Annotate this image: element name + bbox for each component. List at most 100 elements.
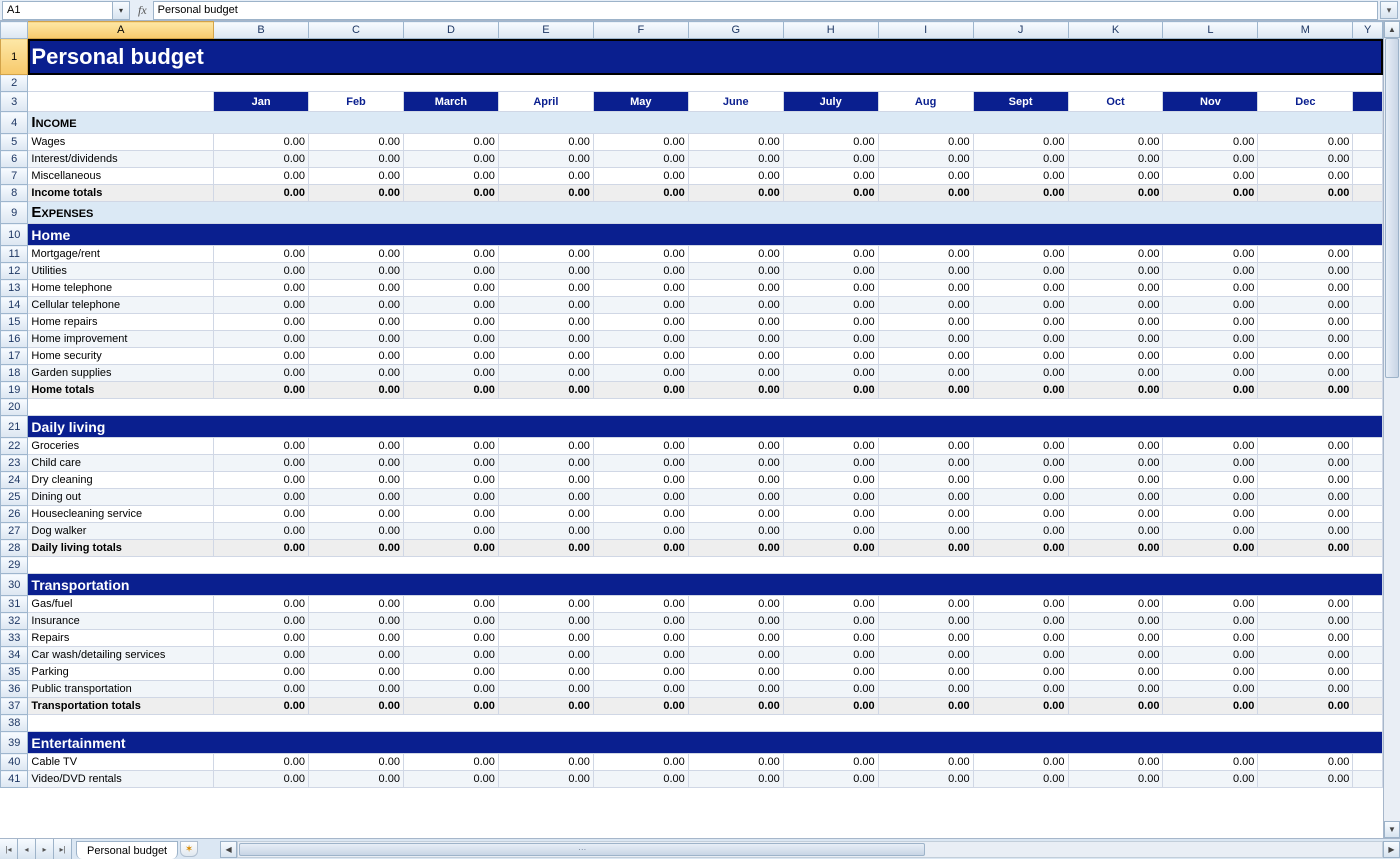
cell-value[interactable]: 0.00: [593, 382, 688, 399]
cell-value[interactable]: 0.00: [878, 472, 973, 489]
cell-value[interactable]: 0.00: [214, 314, 309, 331]
cell-value[interactable]: 0.00: [878, 698, 973, 715]
cell-value[interactable]: 0.00: [593, 438, 688, 455]
name-box[interactable]: A1 ▾: [2, 1, 130, 20]
cell-partial[interactable]: [1353, 698, 1383, 715]
cell-value[interactable]: 0.00: [1068, 314, 1163, 331]
cell-value[interactable]: 0.00: [309, 297, 404, 314]
cell-value[interactable]: 0.00: [878, 263, 973, 280]
cell-value[interactable]: 0.00: [688, 168, 783, 185]
column-header-M[interactable]: M: [1258, 22, 1353, 39]
row-header-8[interactable]: 8: [1, 185, 28, 202]
column-header-L[interactable]: L: [1163, 22, 1258, 39]
cell-value[interactable]: 0.00: [973, 664, 1068, 681]
cell-value[interactable]: 0.00: [1068, 348, 1163, 365]
horizontal-scrollbar[interactable]: ◀ ⋯ ▶: [220, 839, 1400, 859]
cell-value[interactable]: 0.00: [309, 681, 404, 698]
cell-value[interactable]: 0.00: [593, 168, 688, 185]
cell-value[interactable]: 0.00: [309, 630, 404, 647]
row-header-24[interactable]: 24: [1, 472, 28, 489]
cell-value[interactable]: 0.00: [1068, 438, 1163, 455]
cell-value[interactable]: 0.00: [688, 506, 783, 523]
column-header-C[interactable]: C: [309, 22, 404, 39]
cell-value[interactable]: 0.00: [1068, 331, 1163, 348]
cell-value[interactable]: 0.00: [1258, 472, 1353, 489]
cell-value[interactable]: 0.00: [878, 246, 973, 263]
cell-value[interactable]: 0.00: [1258, 698, 1353, 715]
cell-value[interactable]: 0.00: [593, 134, 688, 151]
cell-value[interactable]: 0.00: [214, 382, 309, 399]
cell-value[interactable]: 0.00: [214, 438, 309, 455]
cell-value[interactable]: 0.00: [214, 523, 309, 540]
scroll-right-icon[interactable]: ▶: [1383, 841, 1400, 858]
cell-value[interactable]: 0.00: [878, 297, 973, 314]
cell-value[interactable]: 0.00: [1068, 382, 1163, 399]
cell-value[interactable]: 0.00: [498, 134, 593, 151]
row-header-37[interactable]: 37: [1, 698, 28, 715]
cell-value[interactable]: 0.00: [403, 263, 498, 280]
blank-row[interactable]: [28, 399, 1383, 416]
cell-value[interactable]: 0.00: [498, 698, 593, 715]
row-header-4[interactable]: 4: [1, 112, 28, 134]
cell-value[interactable]: 0.00: [1258, 630, 1353, 647]
cell-value[interactable]: 0.00: [1163, 438, 1258, 455]
month-header-june[interactable]: June: [688, 92, 783, 112]
cell-value[interactable]: 0.00: [1068, 489, 1163, 506]
spreadsheet-grid[interactable]: ABCDEFGHIJKLMY1Personal budget23JanFebMa…: [0, 21, 1383, 788]
row-header-12[interactable]: 12: [1, 263, 28, 280]
cell-value[interactable]: 0.00: [593, 455, 688, 472]
cell-value[interactable]: 0.00: [973, 771, 1068, 788]
cell-value[interactable]: 0.00: [878, 438, 973, 455]
section-header[interactable]: Entertainment: [28, 732, 1383, 754]
cell-value[interactable]: 0.00: [973, 506, 1068, 523]
cell-value[interactable]: 0.00: [309, 348, 404, 365]
row-header-2[interactable]: 2: [1, 75, 28, 92]
cell-value[interactable]: 0.00: [309, 506, 404, 523]
row-header-34[interactable]: 34: [1, 647, 28, 664]
tab-prev-icon[interactable]: ◂: [18, 839, 36, 859]
row-header-22[interactable]: 22: [1, 438, 28, 455]
cell-value[interactable]: 0.00: [214, 754, 309, 771]
row-header-30[interactable]: 30: [1, 574, 28, 596]
cell-value[interactable]: 0.00: [1068, 613, 1163, 630]
cell-value[interactable]: 0.00: [309, 331, 404, 348]
cell-value[interactable]: 0.00: [973, 314, 1068, 331]
cell-partial[interactable]: [1353, 134, 1383, 151]
cell-value[interactable]: 0.00: [1163, 596, 1258, 613]
cell-value[interactable]: 0.00: [498, 523, 593, 540]
cell-value[interactable]: 0.00: [878, 613, 973, 630]
cell-value[interactable]: 0.00: [1258, 613, 1353, 630]
cell-value[interactable]: 0.00: [783, 613, 878, 630]
cell-value[interactable]: 0.00: [1163, 664, 1258, 681]
cell-value[interactable]: 0.00: [878, 540, 973, 557]
cell-value[interactable]: 0.00: [783, 630, 878, 647]
cell-value[interactable]: 0.00: [1258, 134, 1353, 151]
cell-value[interactable]: 0.00: [783, 698, 878, 715]
cell-value[interactable]: 0.00: [309, 647, 404, 664]
cell-value[interactable]: 0.00: [214, 472, 309, 489]
cell-value[interactable]: 0.00: [309, 134, 404, 151]
cell-value[interactable]: 0.00: [593, 280, 688, 297]
row-label[interactable]: Parking: [28, 664, 214, 681]
cell-value[interactable]: 0.00: [783, 523, 878, 540]
cell-value[interactable]: 0.00: [783, 280, 878, 297]
cell-value[interactable]: 0.00: [973, 523, 1068, 540]
cell-value[interactable]: 0.00: [593, 506, 688, 523]
cell-value[interactable]: 0.00: [403, 348, 498, 365]
cell-value[interactable]: 0.00: [1163, 246, 1258, 263]
cell-value[interactable]: 0.00: [309, 263, 404, 280]
cell-value[interactable]: 0.00: [688, 630, 783, 647]
cell-partial[interactable]: [1353, 489, 1383, 506]
cell-value[interactable]: 0.00: [309, 455, 404, 472]
cell-value[interactable]: 0.00: [878, 647, 973, 664]
cell-partial[interactable]: [1353, 771, 1383, 788]
cell-value[interactable]: 0.00: [878, 754, 973, 771]
cell-value[interactable]: 0.00: [403, 331, 498, 348]
cell-value[interactable]: 0.00: [498, 331, 593, 348]
row-header-40[interactable]: 40: [1, 754, 28, 771]
row-label[interactable]: Gas/fuel: [28, 596, 214, 613]
month-header-april[interactable]: April: [498, 92, 593, 112]
cell-value[interactable]: 0.00: [403, 647, 498, 664]
row-header-36[interactable]: 36: [1, 681, 28, 698]
cell-value[interactable]: 0.00: [1068, 506, 1163, 523]
